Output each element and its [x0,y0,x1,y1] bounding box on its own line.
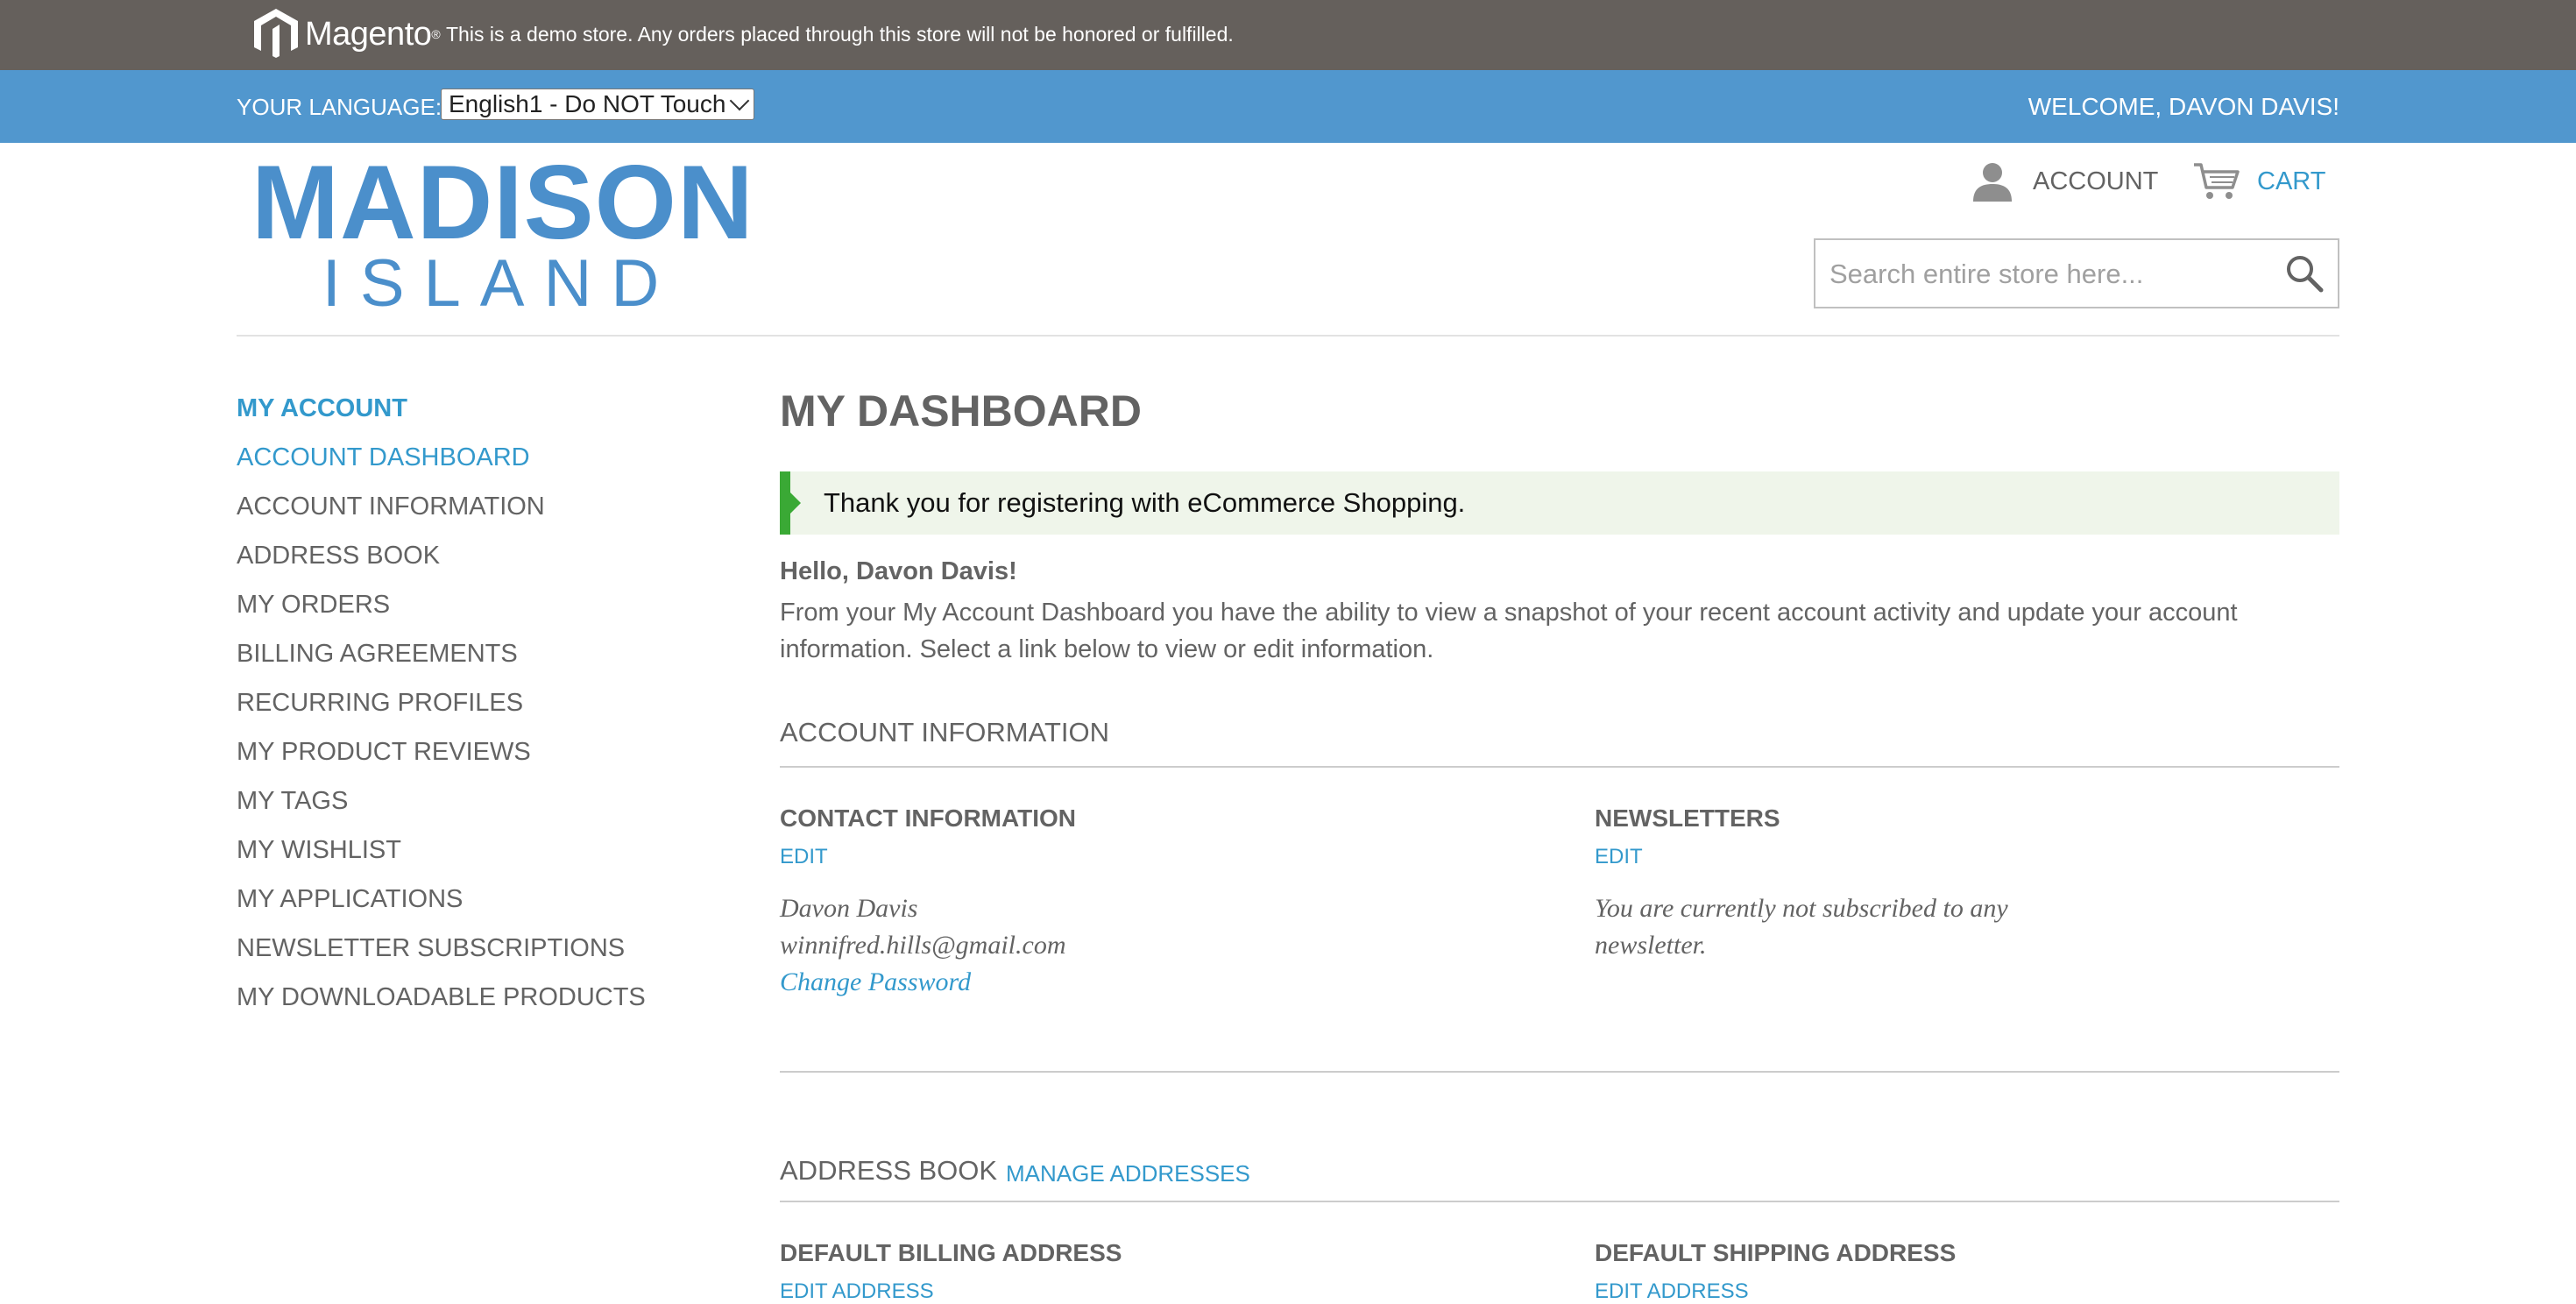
default-shipping-heading: DEFAULT SHIPPING ADDRESS [1595,1239,1957,1266]
welcome-message: WELCOME, DAVON DAVIS! [2028,93,2339,120]
account-label: ACCOUNT [2033,167,2159,195]
sidebar-item-my-applications[interactable]: MY APPLICATIONS [237,882,762,931]
chevron-down-icon [729,90,750,111]
account-information-divider [780,766,2339,768]
default-billing-heading: DEFAULT BILLING ADDRESS [780,1239,1122,1266]
language-label: YOUR LANGUAGE: [237,94,442,120]
header-divider [237,335,2339,337]
sidebar-title: MY ACCOUNT [237,394,407,422]
section-divider [780,1071,2339,1073]
cart-label: CART [2257,167,2326,195]
sidebar-item-account-dashboard[interactable]: ACCOUNT DASHBOARD [237,440,762,489]
language-select-value: English1 - Do NOT Touch [449,90,726,117]
newsletters-edit-link[interactable]: EDIT [1595,845,1643,869]
magento-hex-icon [254,9,298,58]
dashboard-intro: From your My Account Dashboard you have … [780,599,2238,663]
logo-island: ISLAND [322,246,679,321]
success-message-text: Thank you for registering with eCommerce… [824,487,1466,518]
contact-edit-link[interactable]: EDIT [780,845,828,869]
address-book-heading: ADDRESS BOOK [780,1155,998,1186]
sidebar-item-my-wishlist[interactable]: MY WISHLIST [237,833,762,882]
store-logo[interactable]: MADISON ISLAND [251,144,754,321]
magento-logo: Magento ® [252,5,441,63]
hello-greeting: Hello, Davon Davis! [780,557,1017,585]
newsletter-status: You are currently not subscribed to any … [1595,894,2008,960]
language-bar: YOUR LANGUAGE: English1 - Do NOT Touch W… [0,70,2576,143]
contact-information-heading: CONTACT INFORMATION [780,804,1077,832]
sidebar-item-my-tags[interactable]: MY TAGS [237,783,762,833]
sidebar-item-billing-agreements[interactable]: BILLING AGREEMENTS [237,636,762,685]
sidebar-item-recurring-profiles[interactable]: RECURRING PROFILES [237,685,762,734]
account-icon [1973,163,2012,202]
newsletters-heading: NEWSLETTERS [1595,804,1780,832]
contact-email: winnifred.hills@gmail.com [780,931,1066,960]
cart-icon [2194,163,2240,199]
cart-link[interactable]: CART [2192,161,2325,202]
sidebar-item-newsletter-subscriptions[interactable]: NEWSLETTER SUBSCRIPTIONS [237,931,762,980]
trademark-symbol: ® [431,27,441,41]
sidebar-item-account-information[interactable]: ACCOUNT INFORMATION [237,489,762,538]
account-link[interactable]: ACCOUNT [1971,161,2158,202]
account-sidebar: MY ACCOUNT ACCOUNT DASHBOARD ACCOUNT INF… [237,391,762,1029]
sidebar-item-my-downloadable-products[interactable]: MY DOWNLOADABLE PRODUCTS [237,980,762,1029]
search-icon[interactable] [2285,254,2324,293]
sidebar-item-address-book[interactable]: ADDRESS BOOK [237,538,762,587]
address-book-divider [780,1201,2339,1202]
search-input[interactable] [1815,240,2287,308]
success-message: Thank you for registering with eCommerce… [780,471,2339,535]
account-information-heading: ACCOUNT INFORMATION [780,717,1110,748]
sidebar-item-my-orders[interactable]: MY ORDERS [237,587,762,636]
manage-addresses-link[interactable]: MANAGE ADDRESSES [1006,1160,1250,1187]
magento-wordmark: Magento [305,15,432,53]
sidebar-item-my-product-reviews[interactable]: MY PRODUCT REVIEWS [237,734,762,783]
logo-madison: MADISON [251,144,754,261]
contact-name: Davon Davis [780,894,918,923]
billing-edit-address-link[interactable]: EDIT ADDRESS [780,1279,934,1304]
change-password-link[interactable]: Change Password [780,964,971,1001]
success-marker-icon [790,493,801,514]
shipping-edit-address-link[interactable]: EDIT ADDRESS [1595,1279,1749,1304]
language-select[interactable]: English1 - Do NOT Touch [441,89,754,120]
demo-notice-text: This is a demo store. Any orders placed … [446,23,1234,46]
search-box [1814,238,2339,308]
demo-notice-bar: Magento ® This is a demo store. Any order… [0,0,2576,70]
page-title: MY DASHBOARD [780,386,1142,436]
